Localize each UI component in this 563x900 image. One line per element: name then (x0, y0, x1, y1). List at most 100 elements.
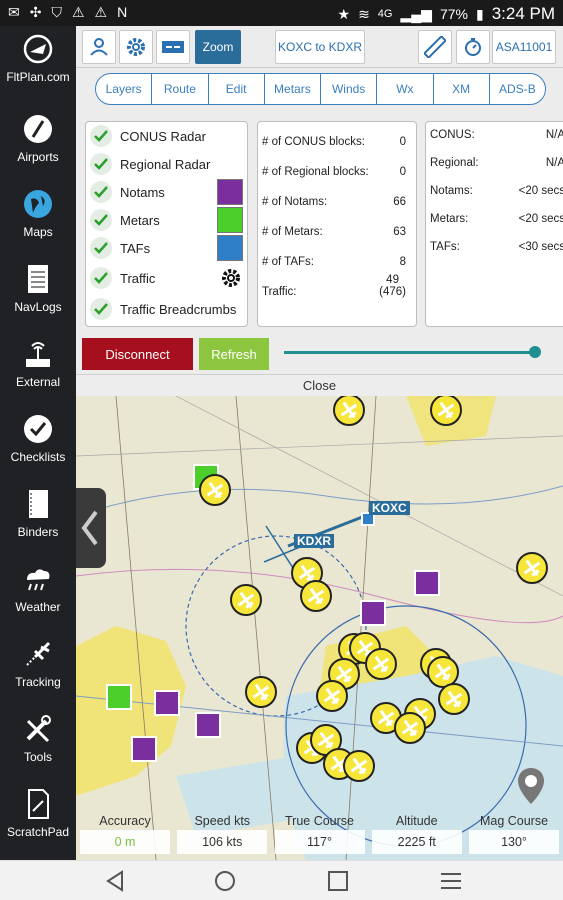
sidebar-item-maps[interactable]: Maps (0, 181, 76, 255)
opacity-slider-handle[interactable] (529, 346, 541, 358)
shield-icon: ⛉ (51, 4, 62, 20)
checkmark-icon[interactable] (90, 209, 112, 231)
traffic-aircraft[interactable] (342, 749, 376, 783)
checkmark-icon[interactable] (90, 125, 112, 147)
layer-traffic-breadcrumbs[interactable]: Traffic Breadcrumbs (90, 296, 236, 322)
age-tafs: TAFs: <30 secs (430, 241, 563, 253)
sidebar-item-tools[interactable]: Tools (0, 706, 76, 780)
sidebar-item-tracking[interactable]: Tracking (0, 631, 76, 705)
notams-color-swatch[interactable] (217, 179, 243, 205)
traffic-aircraft[interactable] (437, 682, 471, 716)
tab-xm[interactable]: XM (434, 74, 490, 104)
tab-route[interactable]: Route (152, 74, 209, 104)
fan-icon: ✣ (29, 4, 42, 20)
traffic-aircraft[interactable] (315, 679, 349, 713)
sidebar: FltPlan.com Airports Maps NavLogs Extern… (0, 26, 76, 860)
disconnect-button[interactable]: Disconnect (82, 338, 193, 370)
refresh-button[interactable]: Refresh (199, 338, 269, 370)
map-view[interactable]: KOXC KDXR (76, 396, 563, 860)
sidebar-item-navlogs[interactable]: NavLogs (0, 256, 76, 330)
action-row: Disconnect Refresh (76, 338, 563, 374)
timer-button[interactable] (456, 30, 490, 64)
layer-notams[interactable]: Notams (90, 179, 165, 205)
layer-traffic[interactable]: Traffic (90, 265, 155, 291)
layer-tafs[interactable]: TAFs (90, 235, 150, 261)
messenger-icon: ✉ (8, 4, 20, 20)
sidebar-item-scratchpad[interactable]: ScratchPad (0, 781, 76, 855)
close-button[interactable]: Close (76, 374, 563, 396)
layer-conus-radar[interactable]: CONUS Radar (90, 123, 206, 149)
zoom-button[interactable]: Zoom (195, 30, 241, 64)
drawer-handle[interactable] (76, 488, 106, 568)
traffic-aircraft[interactable] (364, 647, 398, 681)
layers-list: CONUS Radar Regional Radar Notams Metars… (85, 121, 248, 327)
ruler-button[interactable] (418, 30, 452, 64)
traffic-aircraft[interactable] (229, 583, 263, 617)
network-label: 4G (377, 8, 393, 20)
top-toolbar: Zoom KOXC to KDXR ASA11001 (76, 26, 563, 68)
sidebar-item-binders[interactable]: Binders (0, 481, 76, 555)
tracking-icon (26, 641, 51, 666)
traffic-settings-gear-icon[interactable] (220, 267, 242, 289)
traffic-aircraft[interactable] (429, 396, 463, 427)
checkmark-icon[interactable] (90, 267, 112, 289)
traffic-aircraft[interactable] (426, 655, 460, 689)
layer-metars[interactable]: Metars (90, 207, 160, 233)
traffic-aircraft[interactable] (198, 473, 232, 507)
tab-layers[interactable]: Layers (96, 74, 153, 104)
chart-view-icon (162, 41, 184, 53)
tab-metars[interactable]: Metars (265, 74, 321, 104)
tab-winds[interactable]: Winds (321, 74, 378, 104)
tab-bar: Layers Route Edit Metars Winds Wx XM ADS… (95, 73, 546, 105)
accuracy-readout: Accuracy 0 m (80, 812, 170, 860)
checkmark-icon[interactable] (90, 237, 112, 259)
checkmark-icon[interactable] (90, 298, 112, 320)
traffic-aircraft[interactable] (244, 675, 278, 709)
layer-regional-radar[interactable]: Regional Radar (90, 151, 210, 177)
layers-panel: CONUS Radar Regional Radar Notams Metars… (76, 112, 563, 338)
traffic-aircraft[interactable] (332, 396, 366, 427)
sidebar-item-fltplan[interactable]: FltPlan.com (0, 26, 76, 100)
sidebar-label: Checklists (10, 450, 66, 464)
sidebar-label: NavLogs (14, 300, 62, 314)
home-icon[interactable] (212, 869, 238, 893)
sidebar-item-weather[interactable]: Weather (0, 556, 76, 630)
age-metars: Metars: <20 secs (430, 213, 563, 225)
sidebar-label: Maps (23, 225, 53, 239)
star-icon: ★ (337, 5, 351, 22)
warning-icon: ⚠ (94, 4, 108, 20)
pilot-icon (90, 38, 108, 56)
menu-icon[interactable] (438, 869, 464, 893)
route-button[interactable]: KOXC to KDXR (275, 30, 365, 64)
opacity-slider-track[interactable] (284, 351, 536, 354)
airports-icon (24, 115, 52, 143)
sidebar-label: Weather (15, 600, 61, 614)
count-notams: # of Notams: 66 (262, 196, 406, 208)
location-pin-icon[interactable] (516, 766, 546, 806)
sidebar-item-checklists[interactable]: Checklists (0, 406, 76, 480)
chart-view-button[interactable] (156, 30, 190, 64)
recents-icon[interactable] (325, 869, 351, 893)
traffic-aircraft[interactable] (515, 551, 549, 585)
metars-color-swatch[interactable] (217, 207, 243, 233)
tab-edit[interactable]: Edit (209, 74, 265, 104)
gear-icon (127, 38, 145, 56)
layer-label: Traffic Breadcrumbs (120, 301, 237, 317)
tafs-color-swatch[interactable] (217, 235, 243, 261)
pilot-button[interactable] (82, 30, 116, 64)
external-icon (26, 342, 50, 367)
aircraft-button[interactable]: ASA11001 (492, 30, 556, 64)
settings-button[interactable] (119, 30, 153, 64)
traffic-aircraft[interactable] (393, 711, 427, 745)
sidebar-item-airports[interactable]: Airports (0, 106, 76, 180)
n-icon: N (117, 4, 128, 20)
tabs-area: Layers Route Edit Metars Winds Wx XM ADS… (76, 68, 563, 112)
back-icon[interactable] (102, 869, 128, 893)
traffic-aircraft[interactable] (299, 579, 333, 613)
checkmark-icon[interactable] (90, 153, 112, 175)
tab-adsb[interactable]: ADS-B (490, 74, 545, 104)
checkmark-icon[interactable] (90, 181, 112, 203)
counts-box: # of CONUS blocks: 0 # of Regional blocks… (257, 121, 417, 327)
sidebar-item-external[interactable]: External (0, 331, 76, 405)
tab-wx[interactable]: Wx (377, 74, 434, 104)
